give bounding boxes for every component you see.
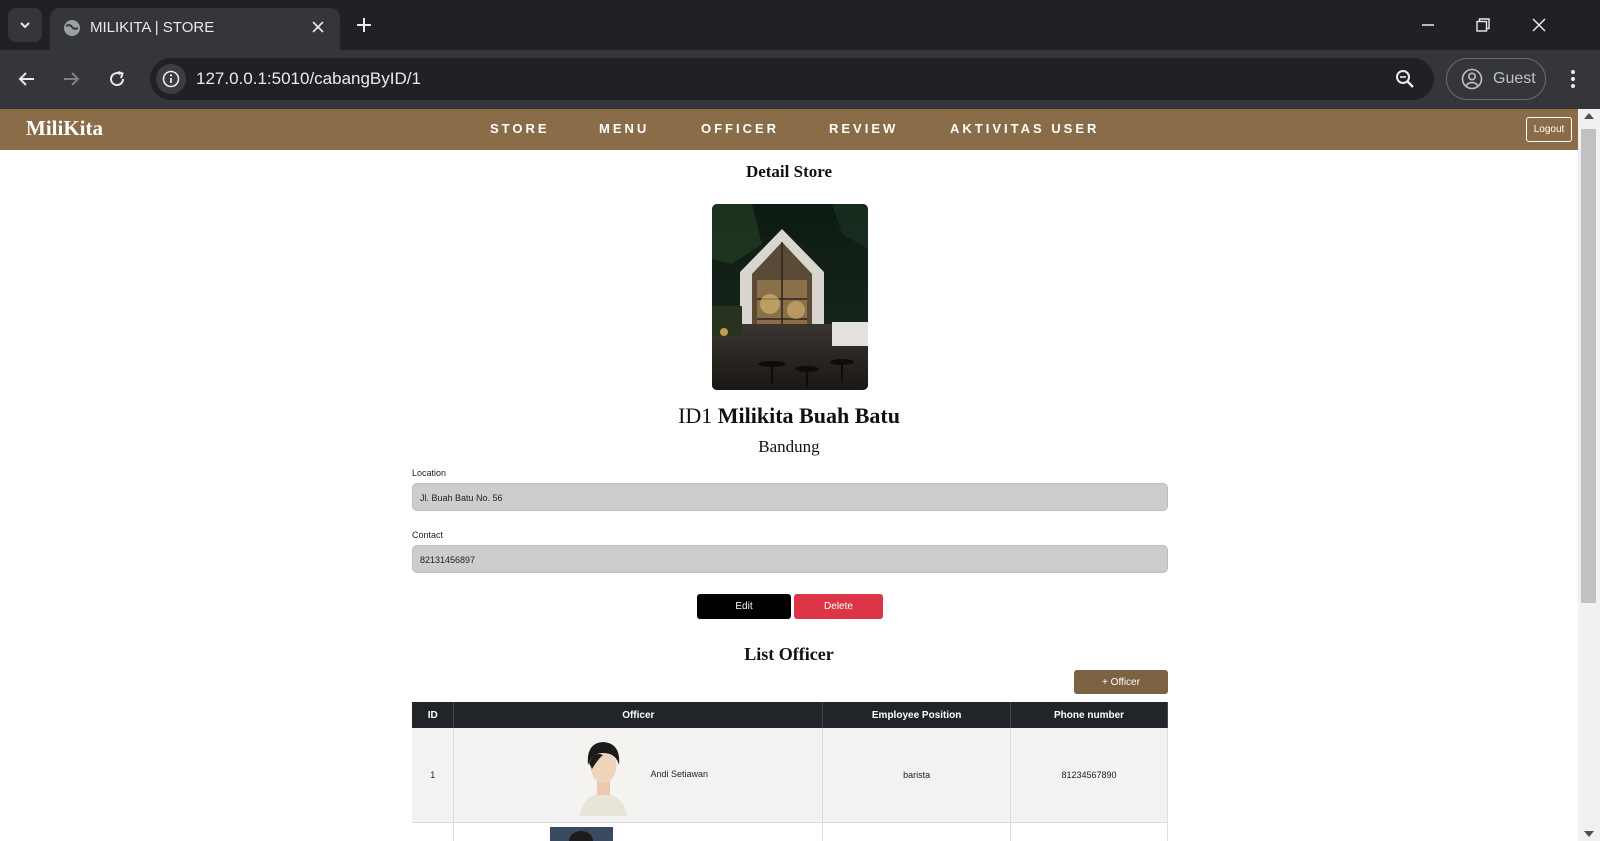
officer-table: ID Officer Employee Position Phone numbe…: [412, 702, 1168, 841]
brand-logo[interactable]: MiliKita: [26, 116, 103, 141]
plus-icon: [357, 18, 371, 32]
globe-icon: [64, 20, 80, 36]
info-icon: [162, 70, 180, 88]
column-header-id: ID: [412, 702, 455, 728]
nav-item-review[interactable]: REVIEW: [829, 121, 898, 136]
arrow-left-icon: [18, 72, 34, 86]
officer-list-title: List Officer: [744, 644, 834, 664]
location-field[interactable]: Jl. Buah Batu No. 56: [412, 483, 1168, 511]
store-city: Bandung: [758, 437, 820, 456]
main-content: Detail Store ID1 Milikita Buah Batu Band…: [0, 150, 1578, 841]
location-label: Location: [412, 468, 447, 478]
account-icon: [1461, 68, 1483, 90]
restore-icon: [1476, 18, 1490, 32]
tab-close-button[interactable]: [308, 17, 328, 37]
officer-phone: 81234567890: [1010, 728, 1168, 823]
nav-item-menu[interactable]: MENU: [599, 121, 649, 136]
store-name: Milikita Buah Batu: [717, 403, 900, 428]
more-vertical-icon: [1571, 70, 1575, 88]
contact-label: Contact: [412, 530, 444, 540]
table-header-row: ID Officer Employee Position Phone numbe…: [412, 702, 1168, 728]
minimize-button[interactable]: [1415, 12, 1441, 38]
table-row[interactable]: 1 Andi Setiawan barista 81234567890: [412, 728, 1168, 823]
tab-search-dropdown-button[interactable]: [8, 8, 42, 42]
store-photo: [712, 204, 868, 390]
store-title: ID1 Milikita Buah Batu: [0, 403, 1578, 429]
column-header-officer: Officer: [453, 702, 824, 728]
officer-position: barista: [822, 728, 1012, 823]
reload-icon: [110, 71, 125, 87]
browser-tab-strip: MILIKITA | STORE: [0, 0, 1600, 50]
officer-phone: [1010, 822, 1168, 841]
profile-label: Guest: [1493, 70, 1536, 87]
url-text[interactable]: 127.0.0.1:5010/cabangByID/1: [196, 69, 421, 89]
nav-item-aktivitas-user[interactable]: AKTIVITAS USER: [950, 121, 1099, 136]
officer-name: Andi Setiawan: [650, 769, 709, 779]
forward-button[interactable]: [58, 66, 84, 92]
edit-button[interactable]: Edit: [697, 594, 791, 619]
new-tab-button[interactable]: [352, 13, 376, 37]
minimize-icon: [1422, 24, 1434, 26]
browser-toolbar: 127.0.0.1:5010/cabangByID/1 Guest: [0, 50, 1600, 109]
reload-button[interactable]: [104, 66, 130, 92]
browser-menu-button[interactable]: [1560, 66, 1586, 92]
page-title: Detail Store: [745, 162, 833, 181]
scroll-thumb[interactable]: [1581, 129, 1596, 603]
officer-id: 1: [412, 728, 455, 823]
profile-button[interactable]: Guest: [1446, 58, 1546, 100]
nav-item-store[interactable]: STORE: [490, 121, 550, 136]
column-header-phone: Phone number: [1010, 702, 1168, 728]
arrow-right-icon: [64, 72, 80, 86]
site-navbar: MiliKita STORE MENU OFFICER REVIEW AKTIV…: [0, 109, 1578, 150]
store-id: ID1: [678, 403, 713, 428]
table-row[interactable]: [412, 822, 1168, 841]
close-icon: [1532, 18, 1546, 32]
close-icon: [312, 21, 324, 33]
scroll-up-arrow-icon[interactable]: [1584, 113, 1594, 119]
browser-tab[interactable]: MILIKITA | STORE: [50, 8, 340, 50]
nav-item-officer[interactable]: OFFICER: [701, 121, 779, 136]
chevron-down-icon: [20, 22, 30, 29]
zoom-icon[interactable]: [1394, 68, 1416, 90]
delete-button[interactable]: Delete: [794, 594, 883, 619]
contact-field[interactable]: 82131456897: [412, 545, 1168, 573]
tab-title: MILIKITA | STORE: [90, 19, 215, 36]
officer-position: [822, 822, 1012, 841]
address-bar[interactable]: 127.0.0.1:5010/cabangByID/1: [150, 58, 1434, 100]
officer-cell: Andi Setiawan: [453, 728, 824, 823]
officer-photo: [550, 826, 614, 841]
page-viewport: MiliKita STORE MENU OFFICER REVIEW AKTIV…: [0, 109, 1600, 841]
column-header-position: Employee Position: [822, 702, 1012, 728]
officer-photo: [572, 733, 636, 816]
close-window-button[interactable]: [1526, 12, 1552, 38]
scroll-down-arrow-icon[interactable]: [1584, 831, 1594, 837]
officer-cell: [453, 822, 824, 841]
restore-button[interactable]: [1470, 12, 1496, 38]
add-officer-button[interactable]: + Officer: [1074, 670, 1168, 694]
back-button[interactable]: [14, 66, 40, 92]
officer-id: [412, 822, 455, 841]
logout-button[interactable]: Logout: [1526, 117, 1572, 142]
page-scrollbar[interactable]: [1578, 109, 1600, 841]
site-info-button[interactable]: [156, 64, 186, 94]
